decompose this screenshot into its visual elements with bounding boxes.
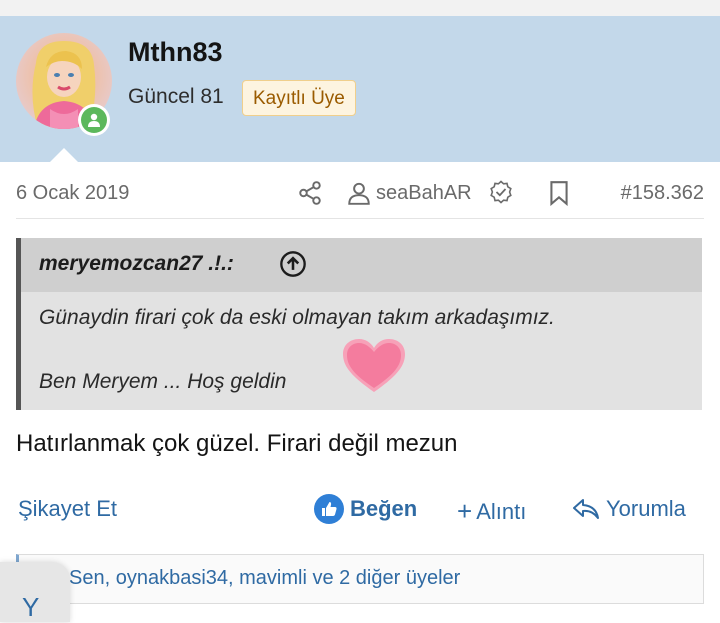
quote-block: meryemozcan27 .!.: Günaydin firari çok d… <box>16 238 702 410</box>
like-button[interactable]: Beğen <box>314 494 417 524</box>
bookmark-icon[interactable] <box>548 180 570 206</box>
reactions-bar[interactable]: Sen, oynakbasi34, mavimli ve 2 diğer üye… <box>16 554 704 604</box>
header-pointer <box>50 148 78 162</box>
thumbs-up-icon <box>314 494 344 524</box>
quote-label[interactable]: Alıntı <box>476 499 526 525</box>
quote-author[interactable]: meryemozcan27 .!.: <box>39 252 234 276</box>
reactions-text[interactable]: Sen, oynakbasi34, mavimli ve 2 diğer üye… <box>69 567 460 590</box>
reply-icon <box>573 499 599 519</box>
arrow-up-circle-icon[interactable] <box>279 250 307 278</box>
plus-icon: + <box>457 496 473 526</box>
heart-emoji <box>343 339 405 392</box>
post-author[interactable]: seaBahAR <box>376 182 472 205</box>
report-button[interactable]: Şikayet Et <box>18 496 117 522</box>
reply-button[interactable]: Yorumla <box>572 496 686 522</box>
user-badge: Kayıtlı Üye <box>242 80 356 116</box>
post-meta: 6 Ocak 2019 seaBahAR #158.362 <box>0 162 720 218</box>
reply-label[interactable]: Yorumla <box>606 496 686 522</box>
user-title: Güncel 81 <box>128 85 224 108</box>
user-icon <box>348 182 370 205</box>
username[interactable]: Mthn83 <box>128 37 223 68</box>
floating-button[interactable]: Y <box>0 562 70 622</box>
post-actions: Şikayet Et Beğen + Alıntı Yorumla <box>0 490 720 530</box>
quote-text-line-2: Ben Meryem ... Hoş geldin <box>39 370 287 393</box>
quote-text-line-1: Günaydin firari çok da eski olmayan takı… <box>39 306 555 329</box>
like-label[interactable]: Beğen <box>350 496 417 522</box>
post-number[interactable]: #158.362 <box>621 182 704 205</box>
floating-button-label: Y <box>22 592 40 622</box>
post-date[interactable]: 6 Ocak 2019 <box>16 182 129 205</box>
quote-button[interactable]: + Alıntı <box>457 496 526 527</box>
online-status <box>78 104 110 136</box>
share-icon[interactable] <box>297 180 323 206</box>
verified-icon <box>490 180 512 204</box>
top-strip <box>0 0 720 16</box>
post-author-name[interactable]: seaBahAR <box>376 182 472 204</box>
online-user-icon <box>88 113 100 127</box>
quote-header: meryemozcan27 .!.: <box>21 238 702 292</box>
meta-divider <box>16 218 704 219</box>
post-body: Hatırlanmak çok güzel. Firari değil mezu… <box>16 430 458 457</box>
